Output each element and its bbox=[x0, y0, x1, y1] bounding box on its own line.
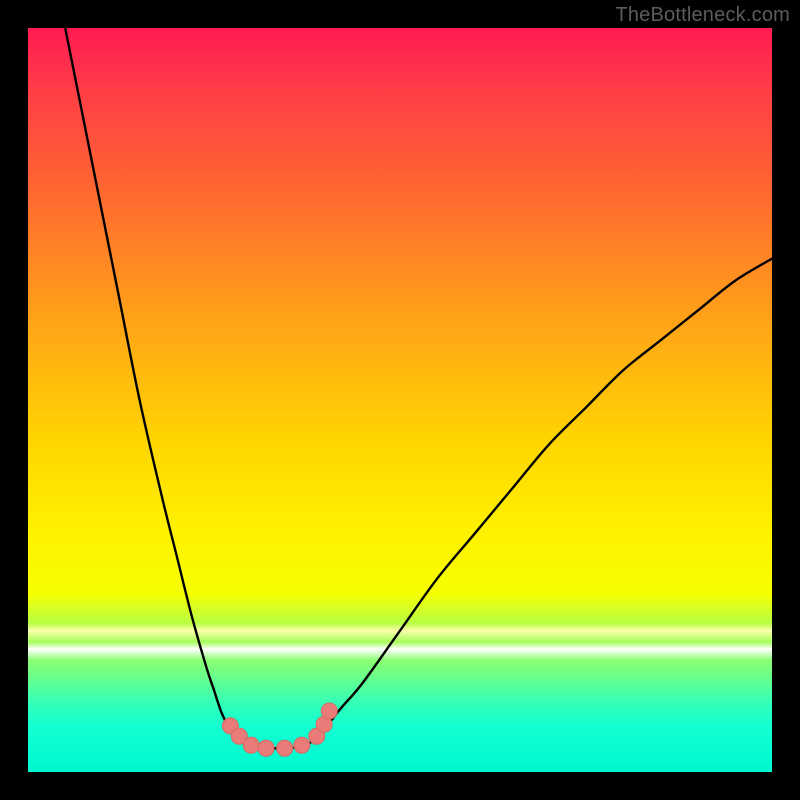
curve-marker bbox=[258, 740, 274, 756]
curve-layer bbox=[28, 28, 772, 772]
curve-marker bbox=[294, 737, 310, 753]
curve-marker bbox=[321, 703, 337, 719]
plot-area bbox=[28, 28, 772, 772]
chart-frame: TheBottleneck.com bbox=[0, 0, 800, 800]
curve-markers bbox=[222, 703, 337, 756]
curve-marker bbox=[277, 740, 293, 756]
curve-marker bbox=[243, 737, 259, 753]
bottleneck-curve bbox=[65, 28, 772, 748]
watermark-text: TheBottleneck.com bbox=[615, 4, 790, 27]
